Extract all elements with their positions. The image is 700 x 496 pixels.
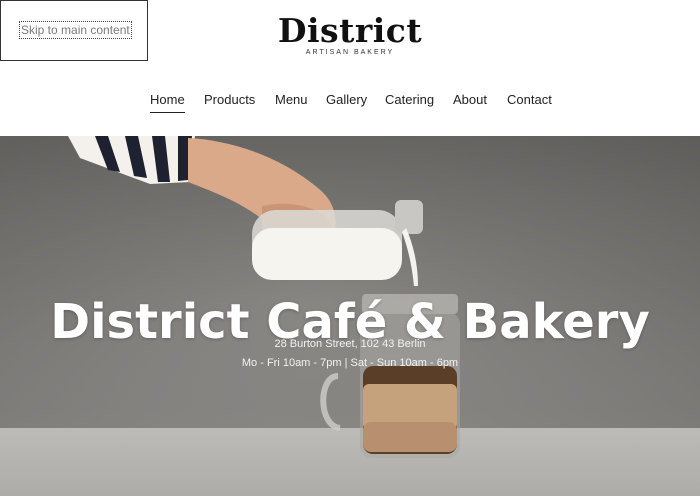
site-logo[interactable]: District ARTISAN BAKERY — [250, 11, 450, 57]
hero-opening-hours: Mo - Fri 10am - 7pm | Sat - Sun 10am - 6… — [241, 357, 459, 369]
milk-bottle-shape — [252, 200, 423, 280]
nav-item-about[interactable]: About — [453, 92, 487, 107]
hero-banner: District Café & Bakery 28 Burton Street,… — [0, 136, 700, 496]
site-header: Skip to main content District ARTISAN BA… — [0, 0, 700, 136]
hero-address: 28 Burton Street, 102 43 Berlin — [274, 338, 426, 350]
logo-title: District — [277, 11, 423, 50]
nav-item-contact[interactable]: Contact — [507, 92, 552, 107]
nav-item-menu[interactable]: Menu — [275, 92, 308, 107]
milk-stream-shape — [402, 228, 418, 286]
sleeve-shape — [68, 136, 195, 184]
nav-item-gallery[interactable]: Gallery — [326, 92, 367, 107]
nav-item-home[interactable]: Home — [150, 92, 185, 113]
nav-item-catering[interactable]: Catering — [385, 92, 434, 107]
skip-link-label: Skip to main content — [19, 21, 132, 39]
skip-to-content-link[interactable]: Skip to main content — [0, 0, 148, 61]
nav-item-products[interactable]: Products — [204, 92, 255, 107]
logo-subtitle: ARTISAN BAKERY — [305, 49, 395, 56]
